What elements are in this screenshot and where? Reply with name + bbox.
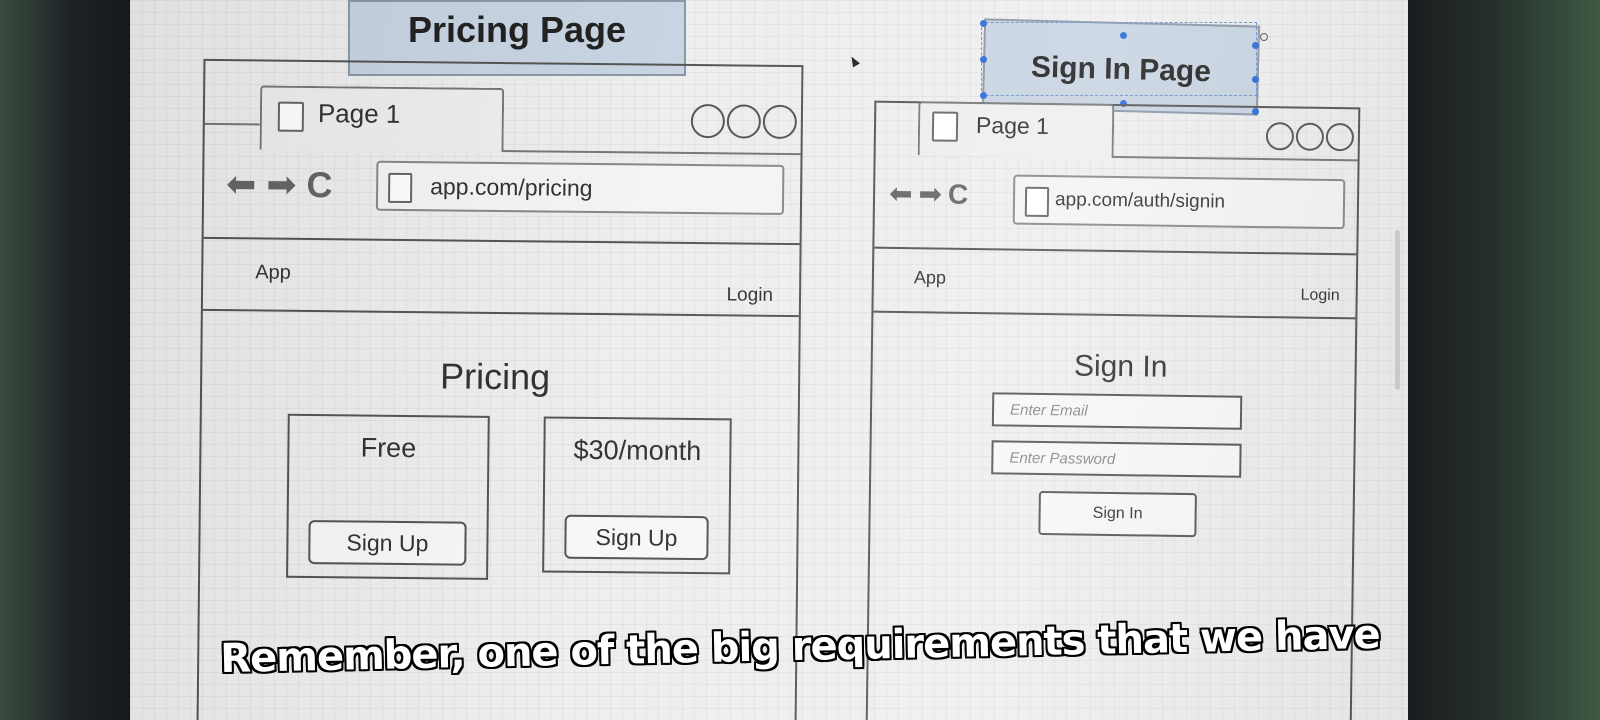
url-text: app.com/auth/signin bbox=[1054, 189, 1226, 213]
selection-handle[interactable] bbox=[980, 92, 987, 99]
tab-strip-line bbox=[204, 122, 260, 126]
page-icon bbox=[1024, 186, 1050, 218]
address-bar[interactable]: app.com/auth/signin bbox=[1012, 174, 1346, 230]
plan-name: $30/month bbox=[573, 434, 702, 467]
reload-icon[interactable]: C bbox=[306, 164, 332, 206]
nav-controls[interactable]: ⬅ ➡ C bbox=[226, 163, 333, 206]
selection-handle[interactable] bbox=[1252, 42, 1259, 49]
page-icon bbox=[277, 101, 305, 132]
window-control-circle-icon[interactable] bbox=[690, 103, 726, 139]
browser-tab[interactable]: Page 1 bbox=[917, 101, 1115, 158]
url-text: app.com/pricing bbox=[430, 173, 593, 201]
page-title: Sign In bbox=[1073, 349, 1168, 384]
plan-name: Free bbox=[360, 432, 417, 464]
scrollbar[interactable] bbox=[1395, 230, 1400, 390]
nav-login-link[interactable]: Login bbox=[1300, 287, 1339, 306]
window-control-circle-icon[interactable] bbox=[762, 104, 798, 140]
selection-handle[interactable] bbox=[1120, 32, 1127, 39]
page-icon bbox=[931, 111, 959, 142]
page-icon bbox=[387, 172, 413, 204]
sign-up-button[interactable]: Sign Up bbox=[308, 520, 467, 566]
window-control-circle-icon[interactable] bbox=[1265, 122, 1295, 151]
plan-card-paid: $30/month Sign Up bbox=[542, 416, 732, 575]
window-controls[interactable] bbox=[1265, 122, 1355, 152]
forward-arrow-icon[interactable]: ➡ bbox=[918, 177, 942, 210]
reload-icon[interactable]: C bbox=[948, 178, 969, 210]
tab-label: Page 1 bbox=[317, 98, 401, 129]
email-field[interactable] bbox=[991, 392, 1243, 430]
nav-brand[interactable]: App bbox=[255, 261, 291, 284]
pointer-cursor-icon bbox=[848, 54, 860, 68]
plan-card-free: Free Sign Up bbox=[286, 413, 490, 580]
sign-in-button[interactable]: Sign In bbox=[1038, 490, 1197, 538]
window-control-circle-icon[interactable] bbox=[1295, 122, 1325, 151]
app-navbar: App Login bbox=[202, 236, 800, 318]
back-arrow-icon[interactable]: ⬅ bbox=[226, 163, 257, 205]
monitor-bezel-left bbox=[0, 0, 130, 720]
address-bar[interactable]: app.com/pricing bbox=[375, 160, 785, 215]
selection-outline bbox=[981, 22, 1257, 96]
page-title: Pricing bbox=[439, 355, 551, 398]
password-field[interactable] bbox=[991, 440, 1242, 478]
tab-strip-line bbox=[1109, 155, 1358, 162]
forward-arrow-icon[interactable]: ➡ bbox=[266, 164, 297, 206]
design-canvas[interactable]: Pricing Page Sign In Page Page 1 ⬅ ➡ C a… bbox=[130, 0, 1408, 720]
selection-handle[interactable] bbox=[980, 56, 987, 63]
window-control-circle-icon[interactable] bbox=[1325, 122, 1355, 152]
tab-strip-line bbox=[499, 149, 801, 156]
rotate-handle-icon[interactable] bbox=[1260, 33, 1268, 41]
sign-up-button[interactable]: Sign Up bbox=[564, 514, 709, 561]
tab-label: Page 1 bbox=[975, 112, 1050, 140]
selection-handle[interactable] bbox=[980, 20, 987, 27]
app-navbar: App Login bbox=[873, 246, 1357, 320]
window-controls[interactable] bbox=[690, 103, 798, 140]
pricing-browser-wireframe[interactable]: Page 1 ⬅ ➡ C app.com/pricing App Login P… bbox=[196, 58, 804, 720]
nav-controls[interactable]: ⬅ ➡ C bbox=[889, 177, 969, 211]
window-control-circle-icon[interactable] bbox=[726, 104, 762, 139]
nav-brand[interactable]: App bbox=[914, 267, 946, 288]
browser-tab[interactable]: Page 1 bbox=[259, 85, 505, 153]
selection-handle[interactable] bbox=[1252, 76, 1259, 83]
nav-login-link[interactable]: Login bbox=[726, 284, 773, 306]
back-arrow-icon[interactable]: ⬅ bbox=[889, 177, 913, 210]
